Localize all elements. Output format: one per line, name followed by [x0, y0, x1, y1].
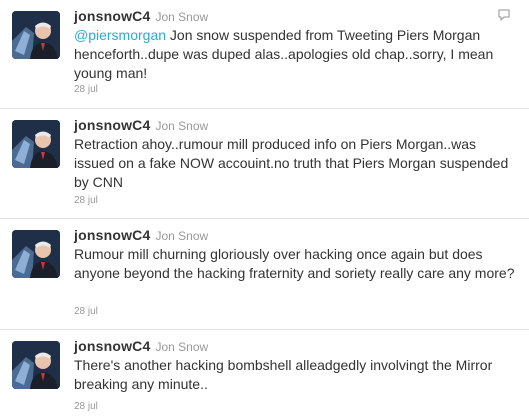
avatar[interactable]	[12, 341, 60, 389]
tweet-header: jonsnowC4 Jon Snow	[74, 227, 208, 245]
timestamp[interactable]: 28 jul	[74, 84, 98, 95]
tweet-item: jonsnowC4 Jon Snow @piersmorgan Jon snow …	[0, 0, 529, 109]
timestamp[interactable]: 28 jul	[74, 306, 98, 317]
full-name: Jon Snow	[155, 10, 209, 24]
full-name: Jon Snow	[155, 340, 209, 354]
tweet-text: @piersmorgan Jon snow suspended from Twe…	[74, 26, 519, 83]
tweet-item: jonsnowC4 Jon Snow There's another hackin…	[0, 330, 529, 416]
tweet-header: jonsnowC4 Jon Snow	[74, 8, 208, 26]
full-name: Jon Snow	[155, 119, 209, 133]
tweet-text: There's another hacking bombshell allead…	[74, 357, 493, 392]
tweet-header: jonsnowC4 Jon Snow	[74, 338, 208, 356]
timestamp[interactable]: 28 jul	[74, 401, 98, 412]
screen-name[interactable]: jonsnowC4	[74, 338, 150, 354]
full-name: Jon Snow	[155, 229, 209, 243]
reply-icon[interactable]	[497, 8, 511, 22]
avatar[interactable]	[12, 120, 60, 168]
tweet-item: jonsnowC4 Jon Snow Retraction ahoy..rumou…	[0, 109, 529, 219]
avatar[interactable]	[12, 11, 60, 59]
screen-name[interactable]: jonsnowC4	[74, 8, 150, 24]
timestamp[interactable]: 28 jul	[74, 195, 98, 206]
tweet-text: Retraction ahoy..rumour mill produced in…	[74, 136, 509, 190]
tweet-text: Rumour mill churning gloriously over hac…	[74, 246, 515, 281]
tweet-timeline: jonsnowC4 Jon Snow @piersmorgan Jon snow …	[0, 0, 529, 416]
screen-name[interactable]: jonsnowC4	[74, 117, 150, 133]
tweet-item: jonsnowC4 Jon Snow Rumour mill churning g…	[0, 219, 529, 330]
tweet-header: jonsnowC4 Jon Snow	[74, 117, 208, 135]
avatar[interactable]	[12, 230, 60, 278]
screen-name[interactable]: jonsnowC4	[74, 227, 150, 243]
mention-link[interactable]: @piersmorgan	[74, 27, 166, 43]
